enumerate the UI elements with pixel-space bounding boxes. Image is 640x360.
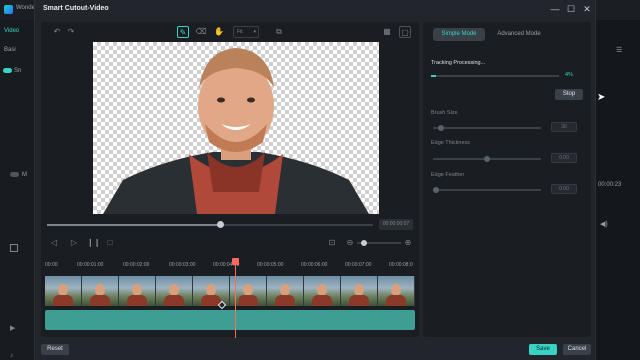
ruler-tick: 00:00:07:00 — [345, 262, 372, 268]
toggle-mask-label: M — [22, 172, 27, 178]
right-panel: 00:00:23 ◀) ☰ — [596, 20, 640, 360]
filmstrip-frame — [341, 276, 378, 306]
filmstrip-frame — [193, 276, 230, 306]
playhead-handle[interactable] — [232, 258, 239, 265]
zoom-out-icon[interactable]: ⊖ — [345, 238, 355, 248]
timeline-zoom-handle[interactable] — [361, 240, 367, 246]
ruler-tick: 00:00:05:00 — [257, 262, 284, 268]
edge-thickness-handle[interactable] — [484, 156, 490, 162]
tab-video[interactable]: Video — [4, 28, 19, 34]
timecode: 00:00:23 — [598, 182, 622, 188]
save-button[interactable]: Save — [529, 344, 557, 355]
edge-feather-input[interactable]: 0.00 — [551, 184, 577, 194]
app-logo — [4, 5, 13, 14]
ruler-tick: 00:00 — [45, 262, 58, 268]
smart-cutout-dialog: Smart Cutout-Video — ☐ ✕ ↶ ↷ ✎ ⌫ ✋ Fit ▾ … — [34, 0, 596, 360]
overlay-icon[interactable]: ▢ — [399, 26, 411, 38]
tab-advanced-mode[interactable]: Advanced Mode — [489, 28, 549, 41]
edge-feather-handle[interactable] — [433, 187, 439, 193]
ruler-tick: 00:00:06:00 — [301, 262, 328, 268]
fit-timeline-icon[interactable]: ⊡ — [327, 238, 337, 248]
person-cutout — [103, 48, 369, 214]
transparency-grid-icon[interactable]: ▦ — [381, 26, 393, 38]
filmstrip-frame — [156, 276, 193, 306]
undo-icon[interactable]: ↶ — [51, 26, 63, 38]
cancel-button[interactable]: Cancel — [563, 344, 591, 355]
timeline-ruler[interactable]: 00:00 00:00:01:00 00:00:02:00 00:00:03:0… — [45, 262, 417, 272]
track-icon — [10, 244, 18, 252]
mask-toggle[interactable] — [10, 172, 19, 177]
filmstrip-frame — [378, 276, 415, 306]
filmstrip-frame — [119, 276, 156, 306]
zoom-in-icon[interactable]: ⊕ — [403, 238, 413, 248]
preview-time: 00:00:00:07 — [379, 219, 413, 230]
volume-icon[interactable]: ◀) — [600, 220, 608, 228]
filmstrip-frame — [82, 276, 119, 306]
zoom-select[interactable]: Fit ▾ — [233, 26, 259, 38]
video-filmstrip[interactable] — [45, 276, 415, 306]
zoom-value: Fit — [237, 29, 243, 35]
stop-icon[interactable]: □ — [105, 238, 115, 248]
brush-size-slider[interactable] — [433, 127, 541, 129]
ruler-tick: 00:00:03:00 — [169, 262, 196, 268]
redo-icon[interactable]: ↷ — [65, 26, 77, 38]
ruler-tick: 00:00:02:00 — [123, 262, 150, 268]
settings-panel: Simple Mode Advanced Mode Tracking Proce… — [423, 22, 591, 337]
audio-track-icon: ♪ — [10, 352, 14, 359]
filmstrip-frame — [45, 276, 82, 306]
tracking-progress-track — [431, 75, 559, 77]
stop-button[interactable]: Stop — [555, 89, 583, 100]
ruler-tick: 00:00:08:0 — [389, 262, 413, 268]
playhead-line — [235, 258, 236, 338]
eraser-icon[interactable]: ⌫ — [195, 26, 207, 38]
tracking-percent: 4% — [565, 72, 573, 78]
brush-size-handle[interactable] — [438, 125, 445, 131]
menu-icon[interactable]: ☰ — [616, 46, 622, 54]
tracking-progress-fill — [431, 75, 437, 77]
dialog-title: Smart Cutout-Video — [43, 5, 109, 12]
ruler-tick: 00:00:01:00 — [77, 262, 104, 268]
filmstrip-frame — [267, 276, 304, 306]
property-panel: Video Basi Sn M ▶ ♪ — [0, 20, 36, 360]
hand-icon[interactable]: ✋ — [213, 26, 225, 38]
prev-frame-icon[interactable]: ◁ — [49, 238, 59, 248]
smart-toggle[interactable] — [3, 68, 12, 73]
mode-tabs: Simple Mode Advanced Mode — [429, 28, 585, 41]
cutout-preview-canvas[interactable] — [93, 42, 379, 214]
tab-simple-mode[interactable]: Simple Mode — [433, 28, 485, 41]
brush-size-input[interactable]: 30 — [551, 122, 577, 132]
tracking-label: Tracking Processing... — [431, 60, 486, 66]
maximize-icon[interactable]: ☐ — [565, 3, 577, 15]
edge-thickness-label: Edge Thickness — [431, 140, 471, 146]
reset-button[interactable]: Reset — [41, 344, 69, 355]
pause-icon[interactable]: ❙❙ — [87, 238, 100, 248]
scrubber-handle[interactable] — [217, 221, 224, 228]
video-track-icon: ▶ — [10, 325, 16, 332]
tab-basic[interactable]: Basi — [4, 47, 16, 53]
close-icon[interactable]: ✕ — [581, 3, 593, 15]
edge-feather-label: Edge Feather — [431, 172, 465, 178]
brush-size-label: Brush Size — [431, 110, 458, 116]
mask-track[interactable] — [45, 310, 415, 330]
smart-brush-icon[interactable]: ✎ — [177, 26, 189, 38]
mouse-cursor-icon: ➤ — [597, 92, 606, 103]
chevron-down-icon: ▾ — [253, 29, 256, 35]
toggle-smart-label: Sn — [14, 68, 22, 74]
edge-feather-slider[interactable] — [433, 189, 541, 191]
play-icon[interactable]: ▷ — [69, 238, 79, 248]
filmstrip-frame — [304, 276, 341, 306]
scrubber-fill — [47, 224, 219, 226]
app-title: Wonde — [16, 5, 35, 11]
minimize-icon[interactable]: — — [549, 3, 561, 15]
edge-thickness-input[interactable]: 0.00 — [551, 153, 577, 163]
compare-icon[interactable]: ⧉ — [273, 26, 285, 38]
